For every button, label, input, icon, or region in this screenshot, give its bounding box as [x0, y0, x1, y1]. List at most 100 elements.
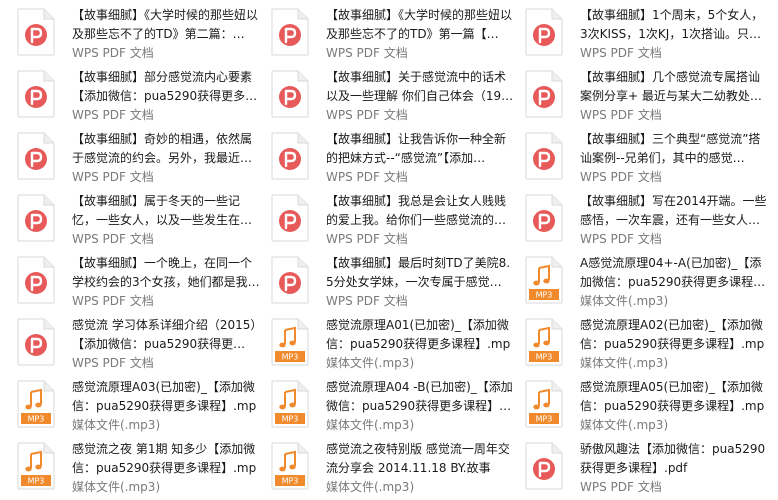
- file-type: WPS PDF 文档: [326, 232, 408, 246]
- mp3-file-icon: MP3: [524, 256, 570, 310]
- file-name: 【故事细腻】最后时刻TD了美院8.5分处女学妹，一次专属于感觉…: [326, 256, 511, 289]
- file-item[interactable]: 【故事细腻】三个典型“感觉流”搭讪案例--兄弟们，其中的感觉… WPS PDF 文…: [524, 128, 778, 190]
- file-item[interactable]: 感觉流 学习体系详细介绍（2015）【添加微信：pua5290获得更… WPS P…: [16, 314, 270, 376]
- file-item[interactable]: MP3 感觉流原理A01(已加密)_【添加微信：pua5290获得更多课程】.m…: [270, 314, 524, 376]
- file-name: 【故事细腻】一个晚上，在同一个学校约会的3个女孩，她们都是我…: [72, 256, 260, 289]
- file-item[interactable]: 【故事细腻】最后时刻TD了美院8.5分处女学妹，一次专属于感觉… WPS PDF …: [270, 252, 524, 314]
- file-item[interactable]: 【故事细腻】奇妙的相遇，依然属于感觉流的约会。另外，我最近… WPS PDF 文档: [16, 128, 270, 190]
- pdf-file-icon: [524, 132, 570, 186]
- mp3-label: MP3: [282, 353, 299, 362]
- file-name: 【故事细腻】几个感觉流专属搭讪案例分享+ 最近与某大二幼教处…: [580, 70, 762, 103]
- file-item[interactable]: 【故事细腻】几个感觉流专属搭讪案例分享+ 最近与某大二幼教处… WPS PDF 文…: [524, 66, 778, 128]
- file-type: 媒体文件(.mp3): [326, 418, 415, 432]
- mp3-file-icon: MP3: [270, 318, 316, 372]
- file-text: 【故事细腻】一个晚上，在同一个学校约会的3个女孩，她们都是我… WPS PDF 文…: [72, 252, 260, 310]
- file-item[interactable]: MP3 感觉流之夜 第1期 知多少【添加微信：pua5290获得更多课程】.mp…: [16, 438, 270, 500]
- pdf-file-icon: [16, 8, 62, 62]
- file-text: 【故事细腻】奇妙的相遇，依然属于感觉流的约会。另外，我最近… WPS PDF 文档: [72, 128, 260, 186]
- file-type: WPS PDF 文档: [72, 294, 154, 308]
- mp3-file-icon: MP3: [270, 442, 316, 496]
- file-item[interactable]: 【故事细腻】1个周末，5个女人，3次KISS，1次KJ，1次搭讪。只… WPS P…: [524, 4, 778, 66]
- pdf-file-icon: [524, 442, 570, 496]
- file-type: WPS PDF 文档: [72, 232, 154, 246]
- file-item[interactable]: 【故事细腻】《大学时候的那些妞以及那些忘不了的TD》第二篇：… WPS PDF 文…: [16, 4, 270, 66]
- mp3-file-icon: MP3: [524, 318, 570, 372]
- pdf-file-icon: [270, 70, 316, 124]
- mp3-file-icon: MP3: [524, 380, 570, 434]
- file-name: 感觉流原理A01(已加密)_【添加微信：pua5290获得更多课程】.mp3: [326, 318, 511, 351]
- file-item[interactable]: 【故事细腻】我总是会让女人贱贱的爱上我。给你们一些感觉流的… WPS PDF 文档: [270, 190, 524, 252]
- file-text: 感觉流之夜 第1期 知多少【添加微信：pua5290获得更多课程】.mp3 媒体文…: [72, 438, 260, 496]
- file-type: WPS PDF 文档: [326, 170, 408, 184]
- file-type: 媒体文件(.mp3): [580, 356, 669, 370]
- file-item[interactable]: 【故事细腻】让我告诉你一种全新的把妹方式--“感觉流”【添加… WPS PDF 文…: [270, 128, 524, 190]
- mp3-label: MP3: [282, 477, 299, 486]
- file-name: 感觉流 学习体系详细介绍（2015）【添加微信：pua5290获得更…: [72, 318, 257, 351]
- pdf-file-icon: [524, 194, 570, 248]
- file-name: 【故事细腻】《大学时候的那些妞以及那些忘不了的TD》第二篇：…: [72, 8, 259, 41]
- file-name: 【故事细腻】奇妙的相遇，依然属于感觉流的约会。另外，我最近…: [72, 132, 253, 165]
- file-text: 感觉流原理A01(已加密)_【添加微信：pua5290获得更多课程】.mp3 媒体…: [326, 314, 514, 372]
- pdf-file-icon: [16, 70, 62, 124]
- pdf-file-icon: [270, 256, 316, 310]
- file-text: 【故事细腻】属于冬天的一些记忆，一些女人，以及一些发生在… WPS PDF 文档: [72, 190, 260, 248]
- file-name: 感觉流之夜特别版 感觉流一周年交流分享会 2014.11.18 BY.故事细…: [326, 442, 510, 475]
- file-text: 感觉流原理A03(已加密)_【添加微信：pua5290获得更多课程】.mp3 媒体…: [72, 376, 260, 434]
- pdf-file-icon: [524, 8, 570, 62]
- file-type: WPS PDF 文档: [580, 108, 662, 122]
- file-item[interactable]: 骄傲风趣法【添加微信：pua5290获得更多课程】.pdf WPS PDF 文档: [524, 438, 778, 500]
- file-text: 【故事细腻】我总是会让女人贱贱的爱上我。给你们一些感觉流的… WPS PDF 文档: [326, 190, 514, 248]
- file-item[interactable]: 【故事细腻】部分感觉流内心要素【添加微信：pua5290获得更多… WPS PDF…: [16, 66, 270, 128]
- file-text: 感觉流原理A04 -B(已加密)_【添加微信：pua5290获得更多课程】… 媒体…: [326, 376, 514, 434]
- file-type: 媒体文件(.mp3): [72, 418, 161, 432]
- file-type: WPS PDF 文档: [326, 46, 408, 60]
- file-type: WPS PDF 文档: [326, 108, 408, 122]
- file-type: WPS PDF 文档: [72, 46, 154, 60]
- file-name: 感觉流原理A05(已加密)_【添加微信：pua5290获得更多课程】.mp3: [580, 380, 765, 413]
- file-item[interactable]: MP3 A感觉流原理04+-A(已加密)_【添加微信：pua5290获得更多课程…: [524, 252, 778, 314]
- file-grid: 【故事细腻】《大学时候的那些妞以及那些忘不了的TD》第二篇：… WPS PDF 文…: [0, 0, 778, 496]
- mp3-label: MP3: [536, 291, 553, 300]
- file-type: WPS PDF 文档: [72, 356, 154, 370]
- file-item[interactable]: 【故事细腻】属于冬天的一些记忆，一些女人，以及一些发生在… WPS PDF 文档: [16, 190, 270, 252]
- file-type: WPS PDF 文档: [72, 170, 154, 184]
- file-text: A感觉流原理04+-A(已加密)_【添加微信：pua5290获得更多课程… 媒体文…: [580, 252, 768, 310]
- pdf-file-icon: [524, 70, 570, 124]
- mp3-file-icon: MP3: [16, 442, 62, 496]
- file-item[interactable]: MP3 感觉流原理A05(已加密)_【添加微信：pua5290获得更多课程】.m…: [524, 376, 778, 438]
- file-text: 【故事细腻】关于感觉流中的话术以及一些理解 你们自己体会（19… WPS PDF …: [326, 66, 514, 124]
- pdf-file-icon: [16, 256, 62, 310]
- file-text: 感觉流之夜特别版 感觉流一周年交流分享会 2014.11.18 BY.故事细… 媒…: [326, 438, 514, 496]
- file-item[interactable]: 【故事细腻】一个晚上，在同一个学校约会的3个女孩，她们都是我… WPS PDF 文…: [16, 252, 270, 314]
- file-name: 【故事细腻】我总是会让女人贱贱的爱上我。给你们一些感觉流的…: [326, 194, 507, 227]
- file-item[interactable]: 【故事细腻】《大学时候的那些妞以及那些忘不了的TD》第一篇【… WPS PDF 文…: [270, 4, 524, 66]
- file-type: WPS PDF 文档: [72, 108, 154, 122]
- file-name: 【故事细腻】写在2014开端。一些感悟，一次车震，还有一些女人…: [580, 194, 767, 227]
- mp3-label: MP3: [28, 415, 45, 424]
- file-text: 骄傲风趣法【添加微信：pua5290获得更多课程】.pdf WPS PDF 文档: [580, 438, 768, 496]
- file-type: WPS PDF 文档: [580, 232, 662, 246]
- file-name: 【故事细腻】1个周末，5个女人，3次KISS，1次KJ，1次搭讪。只…: [580, 8, 764, 41]
- pdf-file-icon: [270, 132, 316, 186]
- file-type: 媒体文件(.mp3): [580, 418, 669, 432]
- pdf-file-icon: [270, 194, 316, 248]
- mp3-label: MP3: [282, 415, 299, 424]
- file-item[interactable]: 【故事细腻】写在2014开端。一些感悟，一次车震，还有一些女人… WPS PDF …: [524, 190, 778, 252]
- file-text: 【故事细腻】《大学时候的那些妞以及那些忘不了的TD》第二篇：… WPS PDF 文…: [72, 4, 260, 62]
- file-item[interactable]: MP3 感觉流原理A02(已加密)_【添加微信：pua5290获得更多课程】.m…: [524, 314, 778, 376]
- mp3-file-icon: MP3: [270, 380, 316, 434]
- file-name: 【故事细腻】部分感觉流内心要素【添加微信：pua5290获得更多…: [72, 70, 258, 103]
- file-item[interactable]: MP3 感觉流原理A04 -B(已加密)_【添加微信：pua5290获得更多课程…: [270, 376, 524, 438]
- mp3-label: MP3: [536, 415, 553, 424]
- pdf-file-icon: [16, 194, 62, 248]
- file-type: 媒体文件(.mp3): [72, 480, 161, 494]
- file-text: 【故事细腻】写在2014开端。一些感悟，一次车震，还有一些女人… WPS PDF …: [580, 190, 768, 248]
- mp3-label: MP3: [28, 477, 45, 486]
- file-type: 媒体文件(.mp3): [580, 294, 669, 308]
- file-item[interactable]: MP3 感觉流原理A03(已加密)_【添加微信：pua5290获得更多课程】.m…: [16, 376, 270, 438]
- file-item[interactable]: 【故事细腻】关于感觉流中的话术以及一些理解 你们自己体会（19… WPS PDF …: [270, 66, 524, 128]
- file-text: 【故事细腻】几个感觉流专属搭讪案例分享+ 最近与某大二幼教处… WPS PDF 文…: [580, 66, 768, 124]
- file-text: 【故事细腻】让我告诉你一种全新的把妹方式--“感觉流”【添加… WPS PDF 文…: [326, 128, 514, 186]
- file-name: 【故事细腻】三个典型“感觉流”搭讪案例--兄弟们，其中的感觉…: [580, 132, 761, 165]
- file-item[interactable]: MP3 感觉流之夜特别版 感觉流一周年交流分享会 2014.11.18 BY.故…: [270, 438, 524, 500]
